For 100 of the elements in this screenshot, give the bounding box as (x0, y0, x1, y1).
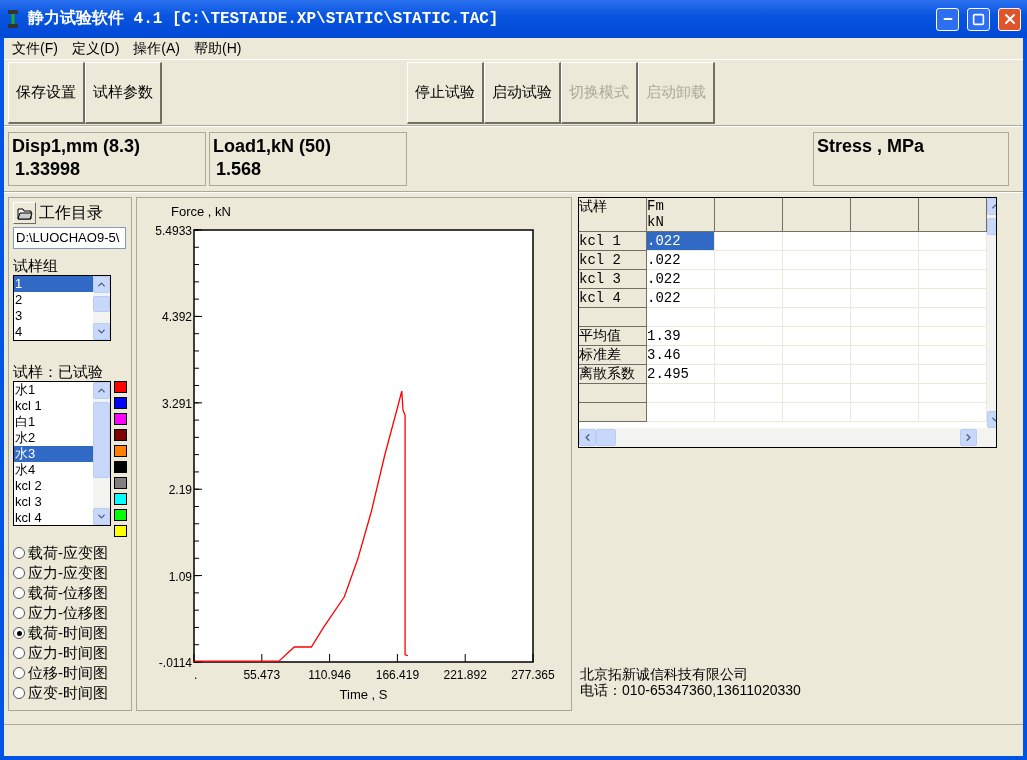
column-unit: kN (647, 214, 665, 230)
table-cell (783, 346, 851, 365)
group-item[interactable]: 3 (14, 308, 93, 324)
radio-button[interactable] (13, 567, 25, 579)
group-label: 试样组 (13, 257, 59, 275)
readout-label: Stress , MPa (817, 136, 925, 156)
specimen-item[interactable]: 水1 (14, 382, 93, 398)
x-tick-label: 110.946 (308, 668, 351, 682)
row-header: 离散系数 (579, 365, 647, 384)
menu-item[interactable]: 定义(D) (71, 38, 120, 59)
table-cell (715, 270, 783, 289)
table-cell (783, 327, 851, 346)
scroll-thumb[interactable] (93, 402, 110, 478)
row-header (579, 308, 647, 327)
x-axis-label: Time , S (339, 687, 388, 702)
specimen-item[interactable]: kcl 3 (14, 494, 93, 510)
scroll-up-button[interactable] (93, 276, 110, 293)
scroll-right-button[interactable] (960, 429, 977, 446)
table-cell (783, 289, 851, 308)
radio-label: 应变-时间图 (28, 682, 108, 703)
table-cell (715, 232, 783, 251)
app-icon (6, 9, 20, 29)
table-cell (851, 270, 919, 289)
table-cell (715, 327, 783, 346)
readout-value: 1.33998 (14, 158, 82, 181)
chevron-up-icon (96, 279, 107, 290)
specimen-item[interactable]: 水3 (14, 446, 93, 462)
specimen-item[interactable]: kcl 2 (14, 478, 93, 494)
table-cell (851, 289, 919, 308)
table-cell[interactable]: .022 (647, 232, 715, 251)
toolbar-button[interactable]: 启动试验 (484, 61, 561, 124)
toolbar-button[interactable]: 保存设置 (8, 61, 85, 124)
vertical-scrollbar[interactable] (93, 382, 110, 525)
specimen-item[interactable]: kcl 4 (14, 510, 93, 526)
table-cell (851, 365, 919, 384)
radio-button[interactable] (13, 607, 25, 619)
scroll-thumb[interactable] (596, 429, 616, 446)
readout-value: 1.568 (215, 158, 263, 181)
table-cell (715, 289, 783, 308)
scroll-down-button[interactable] (93, 508, 110, 525)
radio-button[interactable] (13, 587, 25, 599)
close-button[interactable] (998, 7, 1021, 31)
scroll-thumb[interactable] (93, 296, 110, 312)
specimen-item[interactable]: 水2 (14, 430, 93, 446)
table-cell[interactable]: .022 (647, 270, 715, 289)
radio-label: 载荷-应变图 (28, 542, 108, 563)
table-cell (783, 384, 851, 403)
group-item[interactable]: 2 (14, 292, 93, 308)
menu-item[interactable]: 文件(F) (12, 38, 58, 59)
table-cell[interactable]: .022 (647, 251, 715, 270)
specimen-item[interactable]: kcl 1 (14, 398, 93, 414)
radio-button[interactable] (13, 687, 25, 699)
table-cell (783, 308, 851, 327)
y-axis-label: Force , kN (171, 204, 231, 219)
work-dir-label: 工作目录 (39, 203, 103, 223)
minimize-button[interactable] (936, 7, 959, 31)
group-item[interactable]: 1 (14, 276, 93, 292)
radio-button[interactable] (13, 547, 25, 559)
menu-item[interactable]: 帮助(H) (194, 38, 242, 59)
table-cell (851, 232, 919, 251)
scroll-left-button[interactable] (579, 429, 596, 446)
row-header: kcl 3 (579, 270, 647, 289)
row-header (579, 384, 647, 403)
radio-button[interactable] (13, 667, 25, 679)
toolbar-button[interactable]: 试样参数 (85, 61, 162, 124)
table-cell[interactable]: 2.495 (647, 365, 715, 384)
group-item[interactable]: 4 (14, 324, 93, 340)
radio-label: 载荷-位移图 (28, 582, 108, 603)
row-header: 标准差 (579, 346, 647, 365)
toolbar-button[interactable]: 停止试验 (407, 61, 484, 124)
table-cell (851, 384, 919, 403)
radio-label: 应力-位移图 (28, 602, 108, 623)
maximize-button[interactable] (967, 7, 990, 31)
table-cell[interactable]: 1.39 (647, 327, 715, 346)
vertical-scrollbar[interactable] (93, 276, 110, 340)
scroll-up-button[interactable] (93, 382, 110, 399)
folder-button[interactable] (13, 202, 36, 224)
x-tick-label: . (194, 668, 198, 682)
scroll-down-button[interactable] (93, 323, 110, 340)
menu-item[interactable]: 操作(A) (133, 38, 180, 59)
table-cell[interactable]: 3.46 (647, 346, 715, 365)
chevron-down-icon (96, 511, 107, 522)
chevron-up-icon (96, 385, 107, 396)
table-cell[interactable]: .022 (647, 289, 715, 308)
horizontal-scrollbar[interactable] (579, 428, 996, 447)
radio-button[interactable] (13, 627, 25, 639)
table-cell (715, 384, 783, 403)
table-cell (715, 346, 783, 365)
radio-label: 应力-时间图 (28, 642, 108, 663)
radio-button[interactable] (13, 647, 25, 659)
work-dir-field[interactable]: D:\LUOCHAO9-5\ (13, 227, 126, 249)
table-cell (783, 403, 851, 422)
table-cell (715, 308, 783, 327)
row-header: kcl 4 (579, 289, 647, 308)
specimen-item[interactable]: 白1 (14, 414, 93, 430)
specimen-item[interactable]: 水4 (14, 462, 93, 478)
row-header (579, 403, 647, 422)
row-header: kcl 1 (579, 232, 647, 251)
x-tick-label: 277.365 (511, 668, 555, 682)
y-tick-label: 4.392 (161, 310, 192, 325)
